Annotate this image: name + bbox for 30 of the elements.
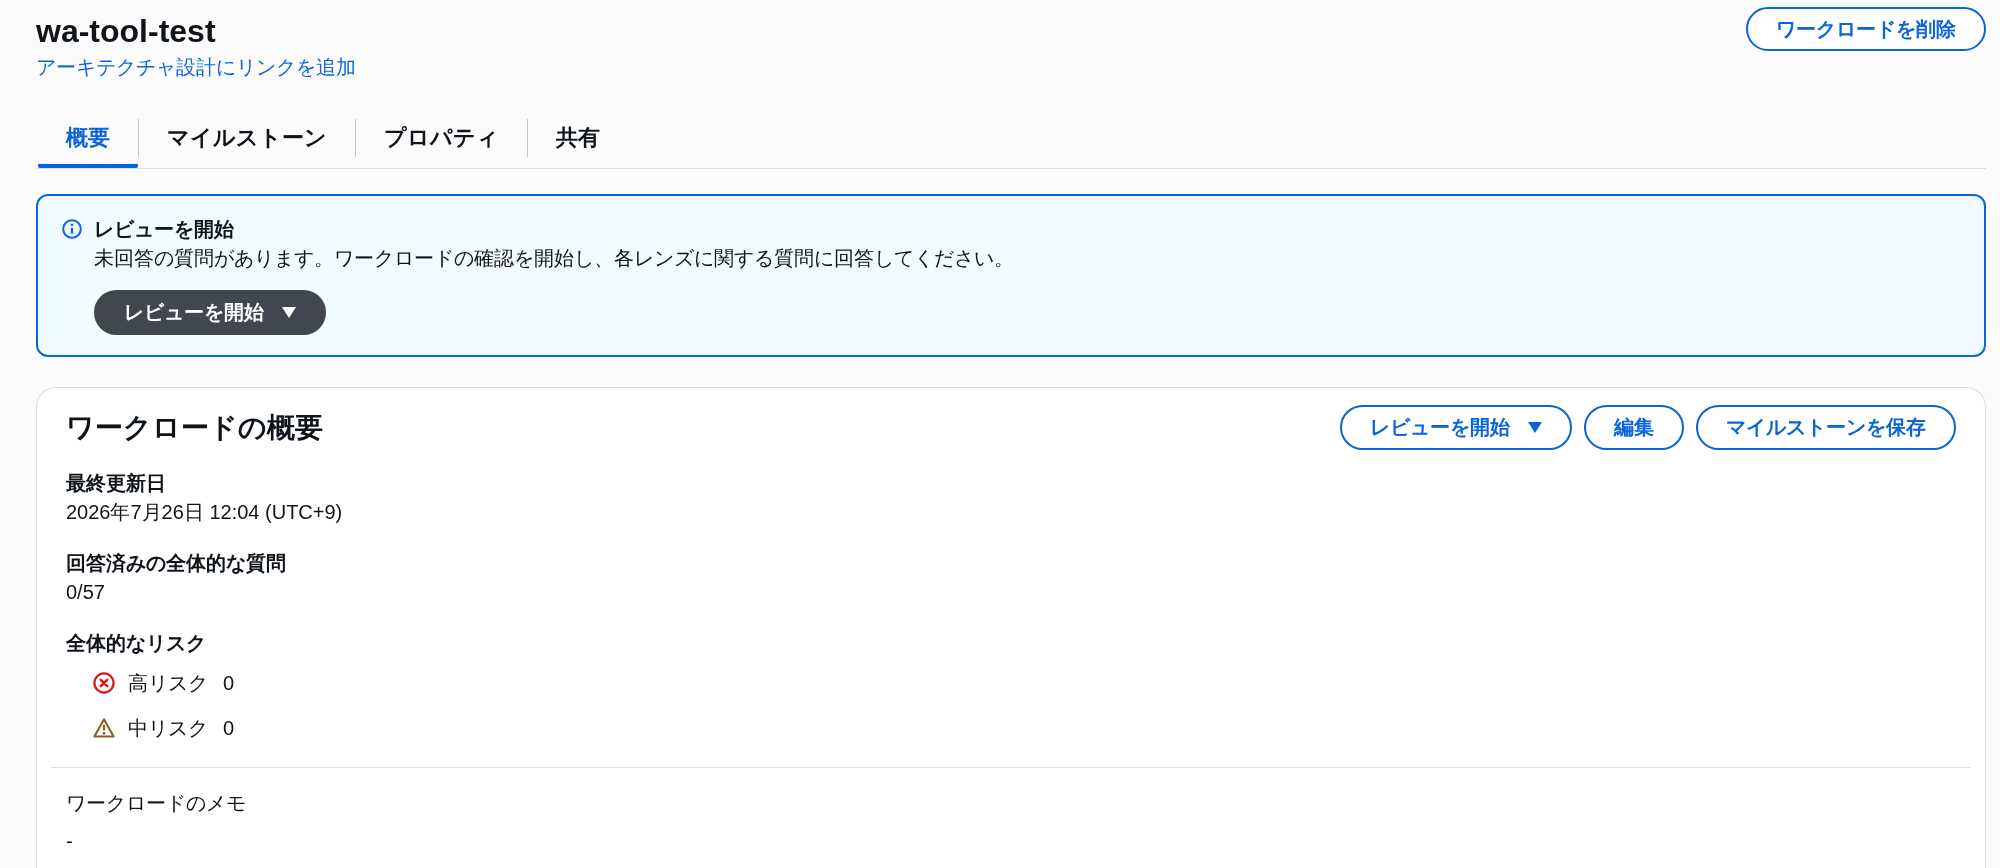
tab[interactable]: マイルストーン — [139, 112, 355, 168]
field-label: 回答済みの全体的な質問 — [66, 551, 286, 576]
card-action-button[interactable]: マイルストーンを保存 — [1696, 405, 1956, 450]
delete-workload-button[interactable]: ワークロードを削除 — [1746, 7, 1986, 51]
caret-down-icon — [1528, 422, 1542, 433]
tab[interactable]: 共有 — [528, 112, 628, 168]
alert-title: レビューを開始 — [94, 217, 234, 242]
x-circle-icon — [93, 672, 115, 694]
card-title: ワークロードの概要 — [66, 411, 323, 445]
warning-icon — [93, 717, 115, 739]
card-action-button[interactable]: 編集 — [1584, 405, 1684, 450]
risk-label: 中リスク — [128, 716, 209, 741]
risk-count: 0 — [223, 671, 235, 696]
field-value: 0/57 — [66, 580, 105, 605]
tab[interactable]: プロパティ — [356, 112, 527, 168]
info-icon — [62, 219, 82, 239]
card-action-button[interactable]: レビューを開始 — [1340, 405, 1572, 450]
alert-message: 未回答の質問があります。ワークロードの確認を開始し、各レンズに関する質問に回答してください。 — [94, 246, 1014, 271]
caret-down-icon — [282, 307, 296, 318]
risk-label: 高リスク — [128, 671, 209, 696]
notes-label: ワークロードのメモ — [66, 791, 246, 816]
add-architecture-link[interactable]: アーキテクチャ設計にリンクを追加 — [36, 54, 356, 80]
field-label: 最終更新日 — [66, 471, 166, 496]
workload-title: wa-tool-test — [36, 13, 216, 49]
field-value: 2026年7月26日 12:04 (UTC+9) — [66, 500, 343, 525]
notes-value: - — [66, 829, 73, 854]
start-review-button[interactable]: レビューを開始 — [94, 290, 326, 335]
risk-count: 0 — [223, 716, 235, 741]
field-label: 全体的なリスク — [66, 631, 206, 656]
tab[interactable]: 概要 — [38, 112, 138, 168]
